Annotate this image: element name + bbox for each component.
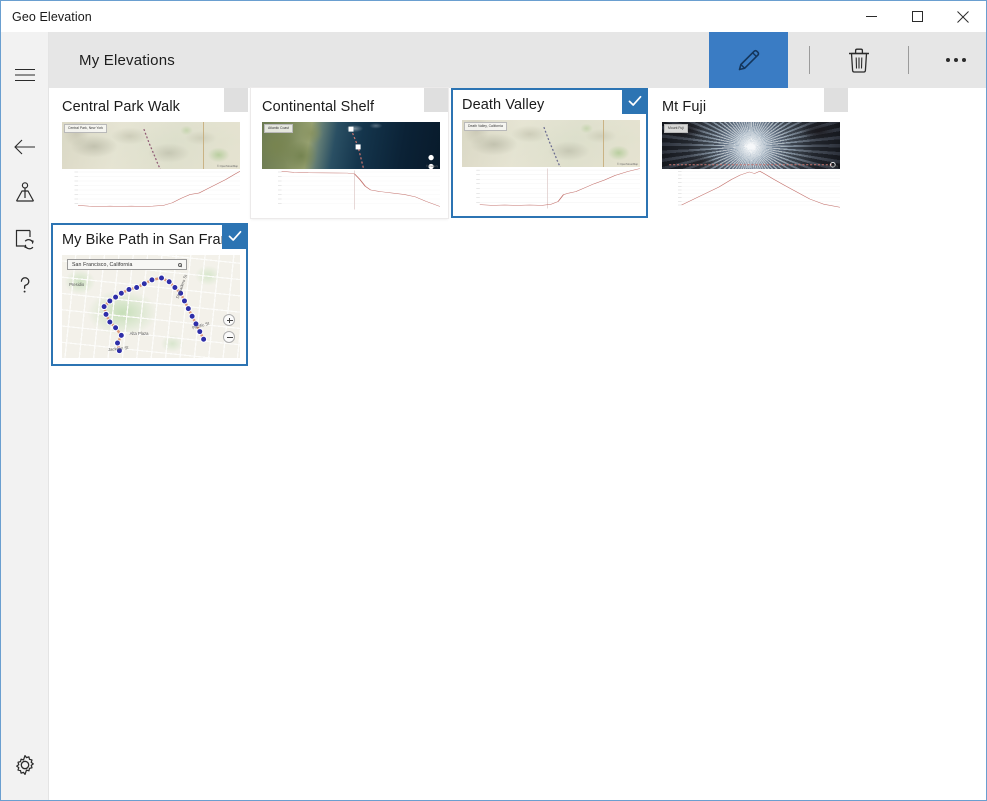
ellipsis-icon (946, 58, 950, 62)
elevation-card[interactable]: My Bike Path in San Francisco (51, 223, 248, 366)
street-label: Alta Plaza (130, 331, 149, 336)
elevation-card-gallery: Central Park Walk Central Park, New York… (49, 88, 986, 800)
zoom-out-button[interactable] (223, 331, 235, 343)
map-label: Atlantic Coast (264, 124, 293, 133)
settings-button[interactable] (1, 744, 49, 786)
app-window: Geo Elevation (0, 0, 987, 801)
sync-button[interactable] (1, 218, 49, 260)
checkmark-icon (227, 228, 243, 244)
window-title: Geo Elevation (1, 10, 92, 24)
pencil-icon (734, 45, 764, 75)
map-zoom-controls[interactable] (223, 314, 235, 348)
command-separator-2 (908, 46, 909, 74)
elevation-button[interactable] (1, 172, 49, 214)
card-checkbox[interactable] (424, 88, 448, 112)
elevation-card[interactable]: Death Valley Death Valley, California © … (451, 88, 648, 218)
elevation-card[interactable]: Central Park Walk Central Park, New York… (51, 88, 248, 218)
card-title: Mt Fuji (662, 97, 840, 117)
map-attribution: © Imagery (826, 165, 838, 168)
elevation-profile-chart (462, 167, 640, 210)
map-thumbnail: Central Park, New York © OpenStreetMap (62, 122, 240, 169)
ellipsis-icon (962, 58, 966, 62)
sync-icon (13, 227, 37, 251)
card-checkbox[interactable] (824, 88, 848, 112)
help-button[interactable] (1, 264, 49, 306)
zoom-in-button[interactable] (223, 314, 235, 326)
map-label: Central Park, New York (64, 124, 107, 133)
card-checkbox[interactable] (622, 88, 648, 114)
map-thumbnail: Atlantic Coast © Imagery (262, 122, 440, 169)
map-attribution: © OpenStreetMap (617, 163, 638, 166)
trash-icon (846, 46, 872, 74)
card-checkbox[interactable] (224, 88, 248, 112)
street-label: Presidio (69, 282, 84, 287)
card-title: My Bike Path in San Francisco (62, 230, 240, 250)
elevation-card[interactable]: Mt Fuji Mount Fuji © Imagery (651, 88, 848, 218)
map-thumbnail: Mount Fuji © Imagery (662, 122, 840, 169)
close-button[interactable] (940, 1, 986, 32)
map-thumbnail: Death Valley, California © OpenStreetMap (462, 120, 640, 167)
maximize-button[interactable] (894, 1, 940, 32)
window-body: My Elevations (1, 32, 986, 800)
command-bar: My Elevations (49, 32, 986, 88)
map-search-box[interactable]: San Francisco, California (67, 259, 187, 270)
minimize-button[interactable] (848, 1, 894, 32)
navigation-rail (1, 32, 49, 800)
card-title: Central Park Walk (62, 97, 240, 117)
elevation-profile-chart (262, 169, 440, 211)
mountain-summit-icon (13, 181, 37, 205)
page-title: My Elevations (49, 52, 175, 69)
content-area: My Elevations (49, 32, 986, 800)
checkmark-icon (627, 93, 643, 109)
more-button[interactable] (930, 32, 986, 88)
map-attribution: © Imagery (426, 165, 438, 168)
back-button[interactable] (1, 126, 49, 168)
elevation-card[interactable]: Continental Shelf (251, 88, 448, 218)
card-title: Death Valley (462, 95, 640, 115)
question-mark-icon (13, 273, 37, 297)
route-track-icon (662, 122, 840, 169)
map-search-value: San Francisco, California (68, 262, 132, 268)
ellipsis-icon (954, 58, 958, 62)
map-label: Mount Fuji (664, 124, 688, 133)
command-separator-1 (809, 46, 810, 74)
card-checkbox[interactable] (222, 223, 248, 249)
window-controls (848, 1, 986, 32)
edit-button[interactable] (709, 32, 788, 88)
delete-button[interactable] (831, 32, 887, 88)
title-bar: Geo Elevation (1, 1, 986, 32)
elevation-profile-chart (62, 169, 240, 211)
map-attribution: © OpenStreetMap (217, 165, 238, 168)
gear-icon (13, 753, 37, 777)
card-title: Continental Shelf (262, 97, 440, 117)
hamburger-menu-button[interactable] (1, 54, 49, 96)
command-bar-actions (709, 32, 986, 88)
search-icon (178, 263, 182, 267)
elevation-profile-chart (662, 169, 840, 211)
map-label: Death Valley, California (464, 122, 507, 131)
map-thumbnail: San Francisco, California Divisadero St … (62, 255, 240, 358)
